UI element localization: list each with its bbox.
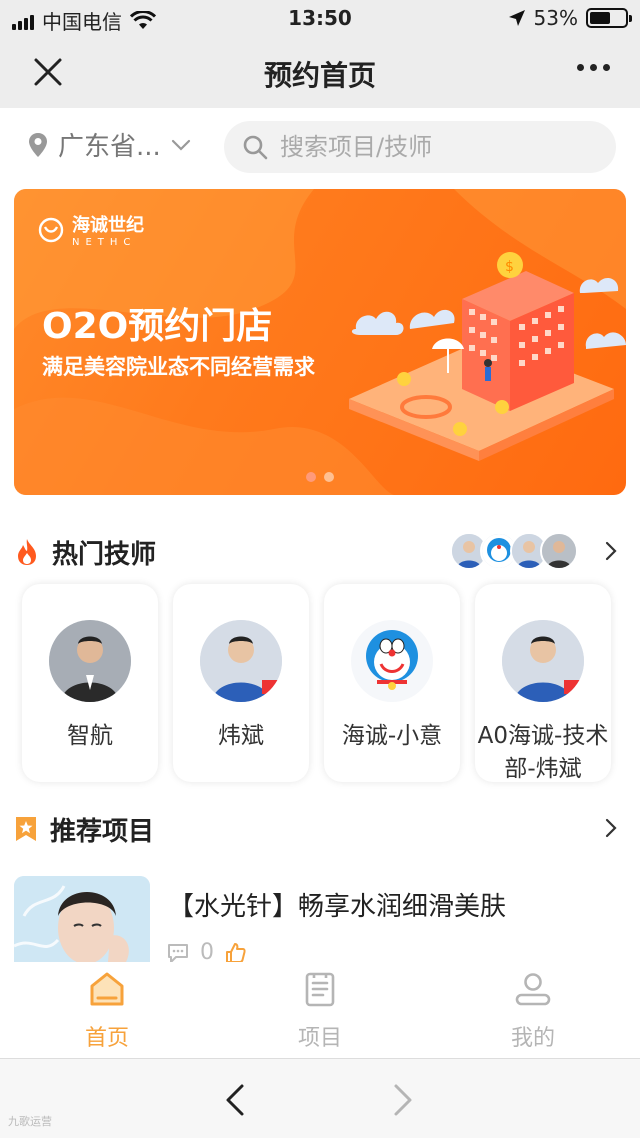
chevron-down-icon [171,139,190,151]
tech-name: 智航 [67,723,113,749]
recommend-title: 推荐项目 [50,816,155,847]
hot-techs-header[interactable]: 热门技师 [14,532,626,572]
tab-mine-label: 我的 [510,1026,555,1051]
logo-text-en: NETHC [72,237,137,248]
battery-icon [586,8,632,28]
fire-icon [18,539,36,565]
thumbs-up-icon[interactable] [224,942,246,964]
home-icon [90,972,124,1006]
forward-arrow-icon[interactable] [392,1083,414,1117]
carousel-indicator [306,472,334,482]
search-input[interactable] [280,133,580,161]
location-text: 广东省... [58,132,161,162]
hot-techs-avatar-stack[interactable] [450,532,578,570]
search-icon [243,135,268,160]
location-selector[interactable]: 广东省... [28,126,191,163]
recommend-header[interactable]: 推荐项目 [14,809,626,849]
bookmark-star-icon [16,817,36,841]
tech-name: A0海诚-技术部-炜斌 [477,723,609,782]
clipboard-icon [305,972,335,1007]
promo-banner[interactable]: $ 海诚世纪 NETHC O2O预约门店 满足美容院业态不同经营需求 [14,189,626,495]
hot-techs-list: 智航 炜斌 海诚-小意 A0海诚-技术部-炜斌 [22,584,622,782]
tech-name: 炜斌 [218,723,264,749]
carousel-dot-active[interactable] [306,472,316,482]
tech-avatar [351,620,433,702]
tab-home-label: 首页 [84,1026,129,1051]
banner-logo: 海诚世纪 NETHC [38,211,144,248]
project-title[interactable]: 【水光针】畅享水润细滑美肤 [168,886,506,923]
search-box[interactable] [224,121,616,173]
carousel-dot[interactable] [324,472,334,482]
tab-bar: 首页 项目 我的 [0,962,640,1058]
banner-subtitle: 满足美容院业态不同经营需求 [42,355,315,379]
map-pin-icon [29,132,47,157]
more-icon[interactable] [577,64,610,71]
brand-logo-icon [38,217,64,242]
battery-percent: 53% [533,6,578,30]
page-title: 预约首页 [263,59,376,92]
tech-avatar [200,620,282,702]
tech-card[interactable]: A0海诚-技术部-炜斌 [475,584,611,782]
tab-projects[interactable]: 项目 [260,970,380,1052]
status-bar: 中国电信 13:50 53% [0,0,640,36]
svg-text:$: $ [505,259,514,275]
tech-avatar [502,620,584,702]
user-icon [515,973,551,1006]
project-thumbnail[interactable] [14,876,150,962]
comment-icon[interactable] [166,942,190,964]
tech-name: 海诚-小意 [341,723,443,749]
chevron-right-icon[interactable] [604,817,618,839]
location-arrow-icon [508,10,525,26]
tab-mine[interactable]: 我的 [473,970,593,1052]
hot-techs-title: 热门技师 [52,539,157,570]
tech-card[interactable]: 炜斌 [173,584,309,782]
watermark: 九歌运营 [8,1115,52,1128]
tab-projects-label: 项目 [297,1026,342,1051]
tech-card[interactable]: 海诚-小意 [324,584,460,782]
browser-toolbar: 九歌运营 [0,1058,640,1138]
tech-avatar [49,620,131,702]
back-arrow-icon[interactable] [224,1083,246,1117]
nav-bar: 预约首页 [0,36,640,108]
tab-home[interactable]: 首页 [47,970,167,1052]
banner-headline: O2O预约门店 [42,306,273,347]
logo-text-cn: 海诚世纪 [72,215,144,236]
status-right: 53% [508,6,632,30]
tech-card[interactable]: 智航 [22,584,158,782]
avatar [540,532,578,570]
chevron-right-icon[interactable] [604,540,618,562]
